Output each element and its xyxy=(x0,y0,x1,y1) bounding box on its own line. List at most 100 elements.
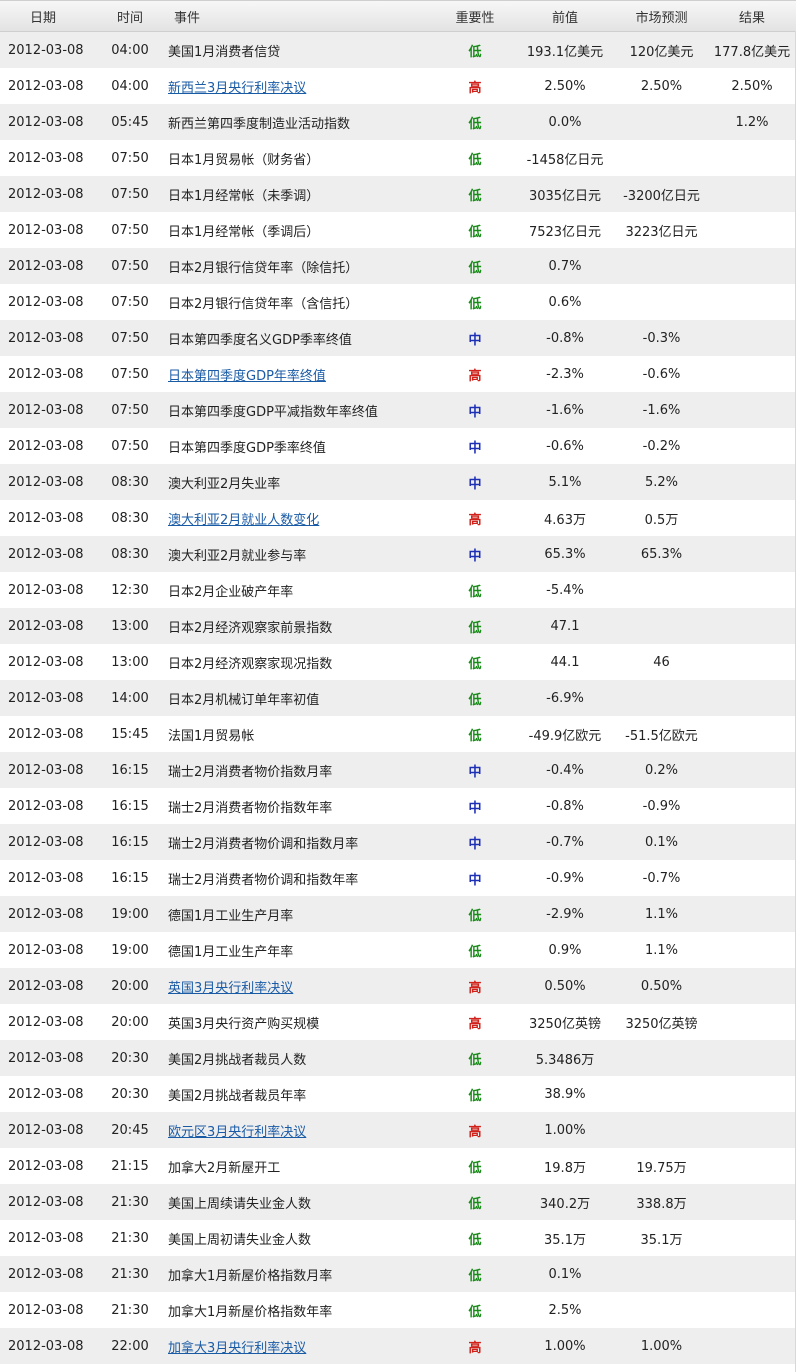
row-event: 日本1月贸易帐（财务省） xyxy=(168,152,320,168)
table-row: 2012-03-08 04:00 美国1月消费者信贷 低 193.1亿美元 120亿美元 1… xyxy=(0,32,796,68)
row-time: 13:00 xyxy=(111,654,149,670)
row-previous: -2.9% xyxy=(546,906,584,922)
row-event: 英国3月央行资产购买规模 xyxy=(168,1016,320,1032)
row-forecast: -3200亿日元 xyxy=(623,188,700,204)
row-event: 加拿大3月央行利率决议 xyxy=(160,1337,435,1356)
header-date[interactable]: 日期 xyxy=(0,7,100,26)
row-event: 加拿大1月新屋价格指数月率 xyxy=(168,1268,333,1284)
row-previous: -0.8% xyxy=(546,798,584,814)
row-date: 2012-03-08 xyxy=(8,978,84,994)
importance-badge: 低 xyxy=(468,1088,482,1104)
importance-badge: 低 xyxy=(468,44,482,60)
table-row: 2012-03-08 20:30 美国2月挑战者裁员年率 低 38.9% xyxy=(0,1076,796,1112)
row-previous: -49.9亿欧元 xyxy=(528,728,602,744)
header-forecast[interactable]: 市场预测 xyxy=(615,7,708,26)
row-forecast: 0.1% xyxy=(644,834,679,850)
table-row: 2012-03-08 08:30 澳大利亚2月失业率 中 5.1% 5.2% xyxy=(0,464,796,500)
row-date: 2012-03-08 xyxy=(8,366,84,382)
header-result[interactable]: 结果 xyxy=(708,7,796,26)
row-previous: 0.50% xyxy=(544,978,586,994)
row-time: 21:30 xyxy=(111,1302,149,1318)
row-previous: 0.7% xyxy=(548,258,582,274)
row-date: 2012-03-08 xyxy=(8,186,84,202)
row-previous: 4.63万 xyxy=(544,512,586,528)
row-previous: 3035亿日元 xyxy=(528,188,602,204)
row-date: 2012-03-08 xyxy=(8,762,84,778)
table-row: 2012-03-08 16:15 瑞士2月消费者物价指数年率 中 -0.8% -0.9% xyxy=(0,788,796,824)
table-row: 2012-03-08 20:00 英国3月央行资产购买规模 高 3250亿英镑 3250亿… xyxy=(0,1004,796,1040)
table-row: 2012-03-08 20:30 美国2月挑战者裁员人数 低 5.3486万 xyxy=(0,1040,796,1076)
row-event: 美国2月挑战者裁员年率 xyxy=(168,1088,307,1104)
table-row: 2012-03-08 16:15 瑞士2月消费者物价调和指数年率 中 -0.9% -0.7… xyxy=(0,860,796,896)
row-event: 加拿大1月新屋价格指数年率 xyxy=(168,1304,333,1320)
row-forecast: 0.50% xyxy=(640,978,683,994)
row-date: 2012-03-08 xyxy=(8,942,84,958)
event-link[interactable]: 澳大利亚2月就业人数变化 xyxy=(168,513,319,528)
row-date: 2012-03-08 xyxy=(8,798,84,814)
event-link[interactable]: 日本第四季度GDP年率终值 xyxy=(168,369,326,384)
table-row: 2012-03-08 07:50 日本第四季度GDP年率终值 高 -2.3% -0.6% xyxy=(0,356,796,392)
header-event[interactable]: 事件 xyxy=(160,7,435,26)
row-previous: -0.7% xyxy=(546,834,584,850)
row-previous: 1.00% xyxy=(544,1338,586,1354)
table-row: 2012-03-08 16:15 瑞士2月消费者物价调和指数月率 中 -0.7% 0.1% xyxy=(0,824,796,860)
header-previous[interactable]: 前值 xyxy=(515,7,615,26)
row-previous: -1458亿日元 xyxy=(526,152,604,168)
table-row: 2012-03-08 22:00 加拿大3月央行利率决议 高 1.00% 1.00% xyxy=(0,1328,796,1364)
row-date: 2012-03-08 xyxy=(8,1230,84,1246)
table-row: 2012-03-08 07:50 日本第四季度GDP平减指数年率终值 中 -1.6% -1… xyxy=(0,392,796,428)
row-event: 新西兰3月央行利率决议 xyxy=(160,77,435,96)
economic-calendar-table: 日期 时间 事件 重要性 前值 市场预测 结果 2012-03-08 04:00 美… xyxy=(0,0,796,1372)
importance-badge: 高 xyxy=(468,980,482,996)
row-time: 07:50 xyxy=(111,222,149,238)
importance-badge: 中 xyxy=(468,440,482,456)
table-row: 2012-03-08 20:00 英国3月央行利率决议 高 0.50% 0.50% xyxy=(0,968,796,1004)
row-time: 12:30 xyxy=(111,582,149,598)
importance-badge: 低 xyxy=(468,1232,482,1248)
row-previous: 0.0% xyxy=(548,114,582,130)
row-time: 08:30 xyxy=(111,546,149,562)
table-row: 2012-03-08 19:00 德国1月工业生产月率 低 -2.9% 1.1% xyxy=(0,896,796,932)
row-forecast: -0.7% xyxy=(642,870,681,886)
row-time: 14:00 xyxy=(111,690,149,706)
row-date: 2012-03-08 xyxy=(8,1302,84,1318)
row-time: 20:30 xyxy=(111,1050,149,1066)
row-event: 德国1月工业生产年率 xyxy=(168,944,294,960)
row-previous: 0.1% xyxy=(548,1266,582,1282)
row-date: 2012-03-08 xyxy=(8,438,84,454)
row-event: 日本第四季度GDP季率终值 xyxy=(168,440,326,456)
row-forecast: -0.3% xyxy=(642,330,681,346)
table-row: 2012-03-08 13:00 日本2月经济观察家前景指数 低 47.1 xyxy=(0,608,796,644)
row-previous: 0.9% xyxy=(548,942,582,958)
importance-badge: 低 xyxy=(468,1052,482,1068)
row-previous: 193.1亿美元 xyxy=(526,44,604,60)
row-forecast: 3223亿日元 xyxy=(625,224,698,240)
row-previous: -0.6% xyxy=(546,438,584,454)
importance-badge: 低 xyxy=(468,908,482,924)
row-forecast: -51.5亿欧元 xyxy=(625,728,698,744)
event-link[interactable]: 欧元区3月央行利率决议 xyxy=(168,1125,306,1140)
header-time[interactable]: 时间 xyxy=(100,7,160,26)
header-importance[interactable]: 重要性 xyxy=(435,7,515,26)
row-date: 2012-03-08 xyxy=(8,870,84,886)
row-event: 日本2月银行信贷年率（除信托） xyxy=(168,260,359,276)
row-previous: 340.2万 xyxy=(539,1196,591,1212)
row-date: 2012-03-08 xyxy=(8,1086,84,1102)
row-previous: 1.00% xyxy=(544,1122,586,1138)
importance-badge: 低 xyxy=(468,1160,482,1176)
row-time: 20:45 xyxy=(111,1122,149,1138)
event-link[interactable]: 新西兰3月央行利率决议 xyxy=(168,81,306,96)
row-date: 2012-03-08 xyxy=(8,1122,84,1138)
event-link[interactable]: 英国3月央行利率决议 xyxy=(168,981,293,996)
row-forecast: -0.6% xyxy=(642,366,681,382)
table-body: 2012-03-08 04:00 美国1月消费者信贷低 193.1亿美元 120亿美元 1… xyxy=(0,32,796,1364)
importance-badge: 中 xyxy=(468,872,482,888)
importance-badge: 中 xyxy=(468,800,482,816)
importance-badge: 中 xyxy=(468,332,482,348)
row-event: 德国1月工业生产月率 xyxy=(168,908,294,924)
importance-badge: 高 xyxy=(468,512,482,528)
row-time: 21:30 xyxy=(111,1230,149,1246)
row-date: 2012-03-08 xyxy=(8,1338,84,1354)
event-link[interactable]: 加拿大3月央行利率决议 xyxy=(168,1341,306,1356)
row-event: 美国上周续请失业金人数 xyxy=(168,1196,312,1212)
